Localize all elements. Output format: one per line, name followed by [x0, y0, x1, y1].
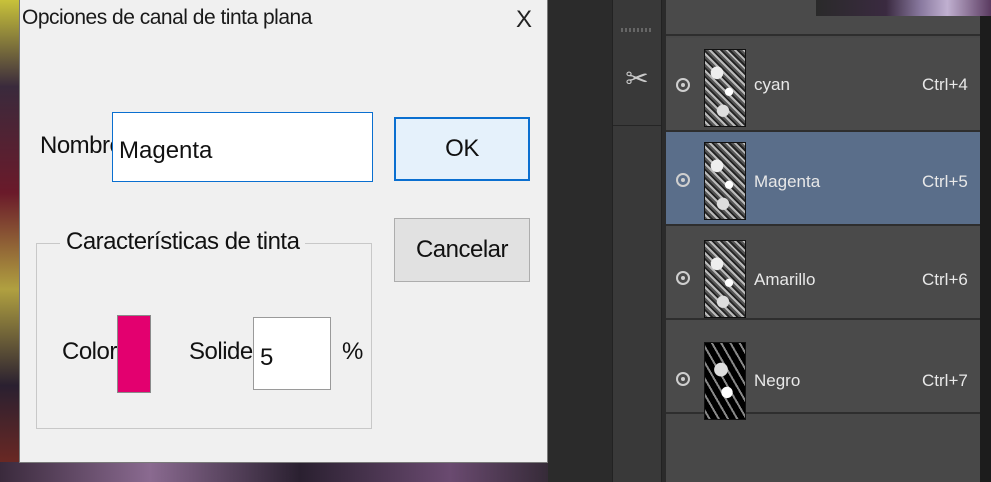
channel-row-magenta[interactable]: Magenta Ctrl+5 [666, 132, 981, 226]
color-swatch[interactable] [117, 315, 151, 393]
background-artwork-bottom [0, 462, 600, 482]
close-icon[interactable]: X [516, 6, 532, 34]
name-input[interactable] [112, 112, 373, 182]
percent-label: % [342, 338, 363, 365]
channels-list: cyan Ctrl+4 Magenta Ctrl+5 Amarillo Ctrl… [666, 0, 981, 482]
eye-icon[interactable] [676, 78, 690, 92]
panel-grip[interactable] [621, 28, 653, 32]
tool-strip: ✂ [612, 0, 662, 482]
color-label: Color: [62, 338, 124, 365]
channel-thumbnail [704, 240, 746, 318]
channel-name: Amarillo [754, 270, 816, 289]
panel-scroll-edge [980, 0, 991, 482]
solidity-input[interactable] [253, 317, 331, 390]
channel-thumbnail [704, 142, 746, 220]
ink-characteristics-title: Características de tinta [60, 228, 306, 256]
background-artwork-top-right [816, 0, 991, 16]
channel-shortcut: Ctrl+5 [922, 172, 968, 191]
channel-row-negro[interactable]: Negro Ctrl+7 [666, 320, 981, 420]
channel-row-amarillo[interactable]: Amarillo Ctrl+6 [666, 226, 981, 320]
channel-thumbnail [704, 342, 746, 420]
channel-name: Negro [754, 371, 801, 390]
dialog-title: Opciones de canal de tinta plana [22, 6, 312, 29]
channel-shortcut: Ctrl+7 [922, 371, 968, 390]
channel-shortcut: Ctrl+4 [922, 75, 968, 94]
spot-channel-options-dialog: Opciones de canal de tinta plana X Nombr… [20, 0, 547, 462]
channel-shortcut: Ctrl+6 [922, 270, 968, 289]
channel-name: cyan [754, 75, 790, 94]
scissors-icon[interactable]: ✂ [621, 62, 653, 96]
channel-thumbnail [704, 49, 746, 127]
eye-icon[interactable] [676, 271, 690, 285]
ok-button[interactable]: OK [394, 117, 530, 181]
tool-divider [613, 125, 661, 126]
cancel-button[interactable]: Cancelar [394, 218, 530, 282]
eye-icon[interactable] [676, 372, 690, 386]
channel-name: Magenta [754, 172, 821, 191]
background-artwork-left [0, 0, 20, 482]
eye-icon[interactable] [676, 173, 690, 187]
channel-row-cyan[interactable]: cyan Ctrl+4 [666, 38, 981, 132]
